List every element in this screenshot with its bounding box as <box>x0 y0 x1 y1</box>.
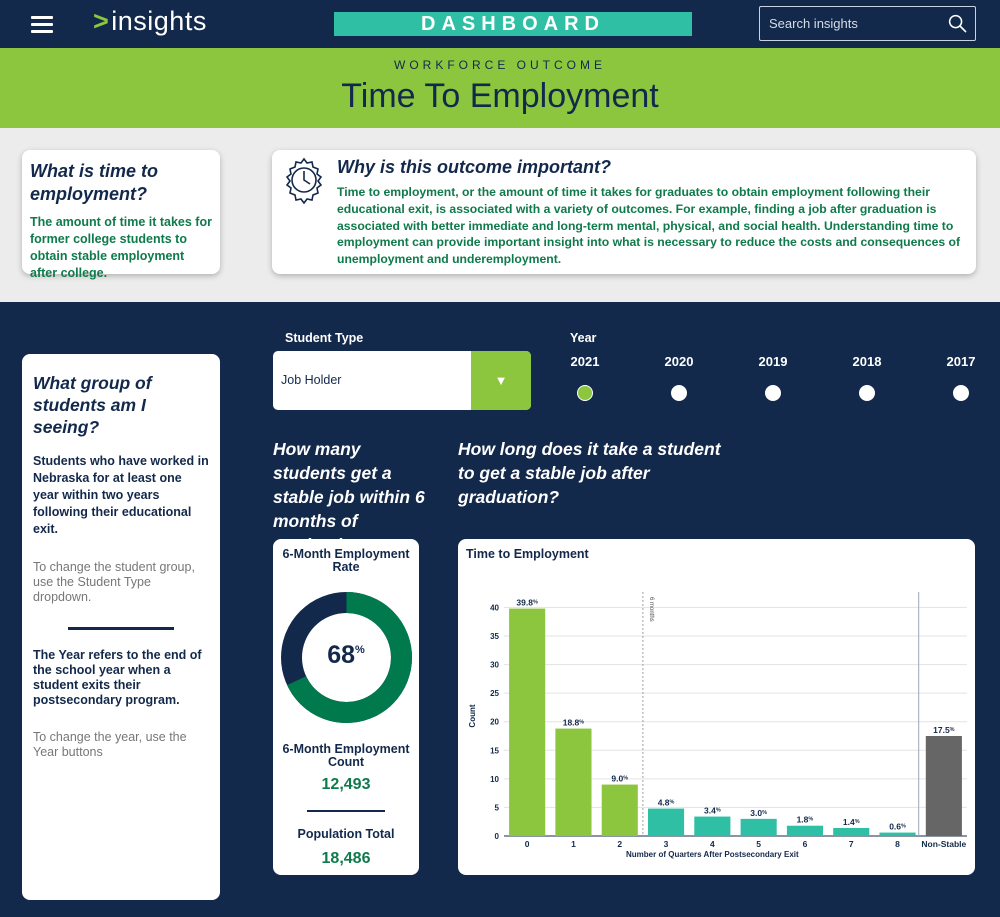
y-tick-label: 25 <box>490 689 499 698</box>
x-tick-label: 0 <box>525 839 530 849</box>
time-to-job-question: How long does it take a student to get a… <box>458 439 721 507</box>
population-title: Population Total <box>297 827 395 841</box>
insights-logo[interactable]: >insights <box>93 6 207 37</box>
year-radio-selected[interactable] <box>577 385 593 401</box>
page-title: Time To Employment <box>341 77 659 115</box>
bar-non-stable <box>925 736 962 836</box>
definition-text: The amount of time it takes for former c… <box>30 215 212 280</box>
student-type-value: Job Holder <box>281 373 342 387</box>
bar-value-label: 39.8% <box>516 598 538 608</box>
importance-title: Why is this outcome important? <box>337 157 612 177</box>
student-type-label: Student Type <box>285 331 364 345</box>
bar-8 <box>879 832 916 836</box>
year-description: The Year refers to the end of the school… <box>33 648 202 707</box>
bar-3 <box>647 808 685 836</box>
year-radio[interactable] <box>859 385 875 401</box>
y-tick-label: 20 <box>490 718 499 727</box>
count-title: 6-Month Employment Count <box>282 742 410 769</box>
group-card-divider <box>68 627 174 630</box>
year-option-2017[interactable]: 2017 <box>931 354 991 401</box>
dashboard-title: DASHBOARD <box>334 12 692 36</box>
bar-6 <box>786 825 824 836</box>
x-tick-label: 4 <box>710 839 715 849</box>
year-option-2018[interactable]: 2018 <box>837 354 897 401</box>
x-tick-label: 6 <box>803 839 808 849</box>
x-tick-label: Non-Stable <box>921 839 966 849</box>
bar-2 <box>601 784 638 836</box>
chart-title: Time to Employment <box>466 547 589 561</box>
top-bar: >insights DASHBOARD <box>0 0 1000 48</box>
x-tick-label: 5 <box>756 839 761 849</box>
x-axis-label: Number of Quarters After Postsecondary E… <box>626 850 799 859</box>
year-option-label: 2020 <box>664 354 694 369</box>
bar-value-label: 1.8% <box>797 815 814 825</box>
bar-value-label: 3.0% <box>750 808 767 818</box>
bar-5 <box>740 818 777 836</box>
search-icon[interactable] <box>948 14 967 33</box>
population-value: 18,486 <box>321 850 371 867</box>
bar-0 <box>509 608 546 836</box>
x-tick-label: 2 <box>617 839 622 849</box>
count-value: 12,493 <box>321 776 371 793</box>
y-axis-label: Count <box>468 704 477 727</box>
y-tick-label: 10 <box>490 775 499 784</box>
group-change-note: To change the student group, use the Stu… <box>33 560 195 604</box>
chevron-down-icon[interactable]: ▼ <box>471 351 531 410</box>
y-tick-label: 5 <box>495 803 500 812</box>
year-option-2019[interactable]: 2019 <box>743 354 803 401</box>
outcome-eyebrow: WORKFORCE OUTCOME <box>394 58 606 72</box>
year-option-2021[interactable]: 2021 <box>555 354 615 401</box>
definition-card: What is time to employment? The amount o… <box>22 150 220 280</box>
gear-clock-icon <box>285 157 323 204</box>
year-option-label: 2017 <box>946 354 976 369</box>
year-option-2020[interactable]: 2020 <box>649 354 709 401</box>
year-radio[interactable] <box>953 385 969 401</box>
importance-card: Why is this outcome important? Time to e… <box>272 150 976 274</box>
year-change-note: To change the year, use the Year buttons <box>33 730 187 759</box>
year-radio[interactable] <box>765 385 781 401</box>
bar-value-label: 18.8% <box>563 718 585 728</box>
bar-value-label: 9.0% <box>611 774 628 784</box>
year-option-label: 2019 <box>758 354 788 369</box>
x-tick-label: 8 <box>895 839 900 849</box>
rate-percent: 68% <box>327 641 365 669</box>
bar-value-label: 1.4% <box>843 817 860 827</box>
y-tick-label: 40 <box>490 603 499 612</box>
group-card-title: What group of students am I seeing? <box>33 373 152 437</box>
definition-title: What is time to employment? <box>30 161 159 204</box>
student-group-card: What group of students am I seeing? Stud… <box>22 354 220 900</box>
bar-value-label: 0.6% <box>889 822 906 832</box>
menu-icon[interactable] <box>31 16 53 34</box>
time-to-employment-chart-card: 0 5 10 15 20 25 30 35 40 Count 39.8% 0 18.8% 1 9.0% 2 4.… <box>458 539 975 875</box>
bar-value-label: 3.4% <box>704 806 721 816</box>
year-option-label: 2021 <box>570 354 600 369</box>
student-type-dropdown[interactable]: Job Holder ▼ <box>273 351 531 410</box>
rate-title: 6-Month Employment Rate <box>282 547 410 574</box>
time-to-employment-chart: 0510152025303540Count39.8%018.8%19.0%24.… <box>468 592 967 859</box>
y-tick-label: 30 <box>490 661 499 670</box>
six-month-marker-label: 6 months <box>648 597 654 622</box>
search-box <box>759 6 976 41</box>
year-label: Year <box>570 331 597 345</box>
employment-rate-card: 6-Month Employment Rate 68% 6-Month Empl… <box>273 539 419 875</box>
search-input[interactable] <box>760 7 940 40</box>
x-tick-label: 7 <box>849 839 854 849</box>
x-tick-label: 3 <box>664 839 669 849</box>
y-tick-label: 15 <box>490 746 499 755</box>
year-radio[interactable] <box>671 385 687 401</box>
y-tick-label: 0 <box>495 832 500 841</box>
bar-value-label: 17.5% <box>933 725 955 735</box>
year-option-label: 2018 <box>852 354 882 369</box>
y-tick-label: 35 <box>490 632 499 641</box>
x-tick-label: 1 <box>571 839 576 849</box>
rate-card-divider <box>307 810 385 812</box>
bar-1 <box>555 728 592 836</box>
importance-text: Time to employment, or the amount of tim… <box>337 185 961 267</box>
bar-7 <box>833 828 870 836</box>
group-description: Students who have worked in Nebraska for… <box>33 454 209 536</box>
bar-4 <box>694 816 731 836</box>
bar-value-label: 4.8% <box>658 798 675 808</box>
